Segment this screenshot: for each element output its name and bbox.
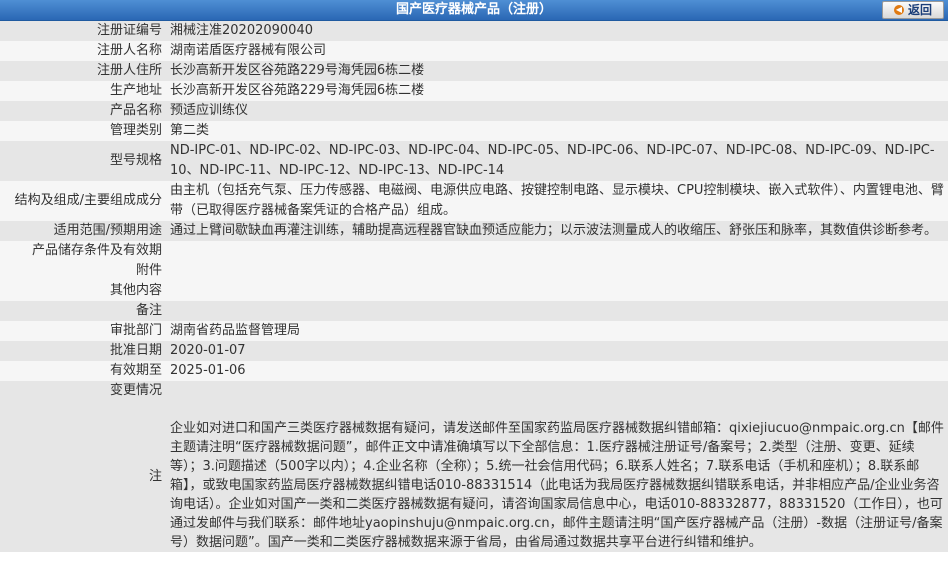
- table-row: 有效期至 2025-01-06: [0, 361, 948, 381]
- table-row: 产品储存条件及有效期: [0, 241, 948, 261]
- detail-table: 注册证编号 湘械注准20202090040 注册人名称 湖南诺盾医疗器械有限公司…: [0, 21, 948, 552]
- field-label: 批准日期: [0, 341, 166, 361]
- field-value: 湘械注准20202090040: [166, 21, 948, 41]
- notice-text: 企业如对进口和国产三类医疗器械数据有疑问，请发送邮件至国家药监局医疗器械数据纠错…: [170, 421, 944, 550]
- field-value: [166, 301, 948, 321]
- field-label: 注册人名称: [0, 41, 166, 61]
- field-label: 变更情况: [0, 381, 166, 401]
- field-value: 通过上臂间歇缺血再灌注训练，辅助提高远程器官缺血预适应能力；以示波法测量成人的收…: [166, 221, 948, 241]
- field-value: 长沙高新开发区谷苑路229号海凭园6栋二楼: [166, 61, 948, 81]
- table-row: 注册证编号 湘械注准20202090040: [0, 21, 948, 41]
- field-label: 型号规格: [0, 141, 166, 181]
- table-row: 生产地址 长沙高新开发区谷苑路229号海凭园6栋二楼: [0, 81, 948, 101]
- field-value: 湖南诺盾医疗器械有限公司: [166, 41, 948, 61]
- notice-label: 注: [0, 401, 166, 552]
- field-value: [166, 281, 948, 301]
- field-label: 生产地址: [0, 81, 166, 101]
- table-row: 变更情况: [0, 381, 948, 401]
- field-value: 2025-01-06: [166, 361, 948, 381]
- title-bar: 国产医疗器械产品（注册） ◀ 返回: [0, 0, 948, 21]
- notice-row: 注 企业如对进口和国产三类医疗器械数据有疑问，请发送邮件至国家药监局医疗器械数据…: [0, 401, 948, 552]
- back-button[interactable]: ◀ 返回: [882, 1, 944, 19]
- field-label: 注册证编号: [0, 21, 166, 41]
- page-title: 国产医疗器械产品（注册）: [395, 2, 552, 17]
- notice-cell: 企业如对进口和国产三类医疗器械数据有疑问，请发送邮件至国家药监局医疗器械数据纠错…: [166, 401, 948, 552]
- table-row: 其他内容: [0, 281, 948, 301]
- field-value: ND-IPC-01、ND-IPC-02、ND-IPC-03、ND-IPC-04、…: [166, 141, 948, 181]
- table-row: 备注: [0, 301, 948, 321]
- field-value: [166, 261, 948, 281]
- back-button-label: 返回: [907, 3, 932, 17]
- field-label: 审批部门: [0, 321, 166, 341]
- field-value: 湖南省药品监督管理局: [166, 321, 948, 341]
- table-row: 结构及组成/主要组成成分 由主机（包括充气泵、压力传感器、电磁阀、电源供应电路、…: [0, 181, 948, 221]
- field-value: [166, 381, 948, 401]
- field-label: 结构及组成/主要组成成分: [0, 181, 166, 221]
- table-row: 注册人住所 长沙高新开发区谷苑路229号海凭园6栋二楼: [0, 61, 948, 81]
- field-label: 附件: [0, 261, 166, 281]
- table-row: 审批部门 湖南省药品监督管理局: [0, 321, 948, 341]
- field-value: 第二类: [166, 121, 948, 141]
- table-row: 产品名称 预适应训练仪: [0, 101, 948, 121]
- field-label: 备注: [0, 301, 166, 321]
- table-row: 型号规格 ND-IPC-01、ND-IPC-02、ND-IPC-03、ND-IP…: [0, 141, 948, 181]
- field-label: 有效期至: [0, 361, 166, 381]
- table-row: 批准日期 2020-01-07: [0, 341, 948, 361]
- table-row: 附件: [0, 261, 948, 281]
- field-value: [166, 241, 948, 261]
- field-label: 管理类别: [0, 121, 166, 141]
- field-value: 2020-01-07: [166, 341, 948, 361]
- back-arrow-icon: ◀: [893, 5, 904, 15]
- field-label: 注册人住所: [0, 61, 166, 81]
- field-label: 产品名称: [0, 101, 166, 121]
- table-row: 注册人名称 湖南诺盾医疗器械有限公司: [0, 41, 948, 61]
- field-label: 其他内容: [0, 281, 166, 301]
- field-label: 产品储存条件及有效期: [0, 241, 166, 261]
- table-row: 管理类别 第二类: [0, 121, 948, 141]
- field-value: 预适应训练仪: [166, 101, 948, 121]
- table-row: 适用范围/预期用途 通过上臂间歇缺血再灌注训练，辅助提高远程器官缺血预适应能力；…: [0, 221, 948, 241]
- field-value: 由主机（包括充气泵、压力传感器、电磁阀、电源供应电路、按键控制电路、显示模块、C…: [166, 181, 948, 221]
- field-label: 适用范围/预期用途: [0, 221, 166, 241]
- field-value: 长沙高新开发区谷苑路229号海凭园6栋二楼: [166, 81, 948, 101]
